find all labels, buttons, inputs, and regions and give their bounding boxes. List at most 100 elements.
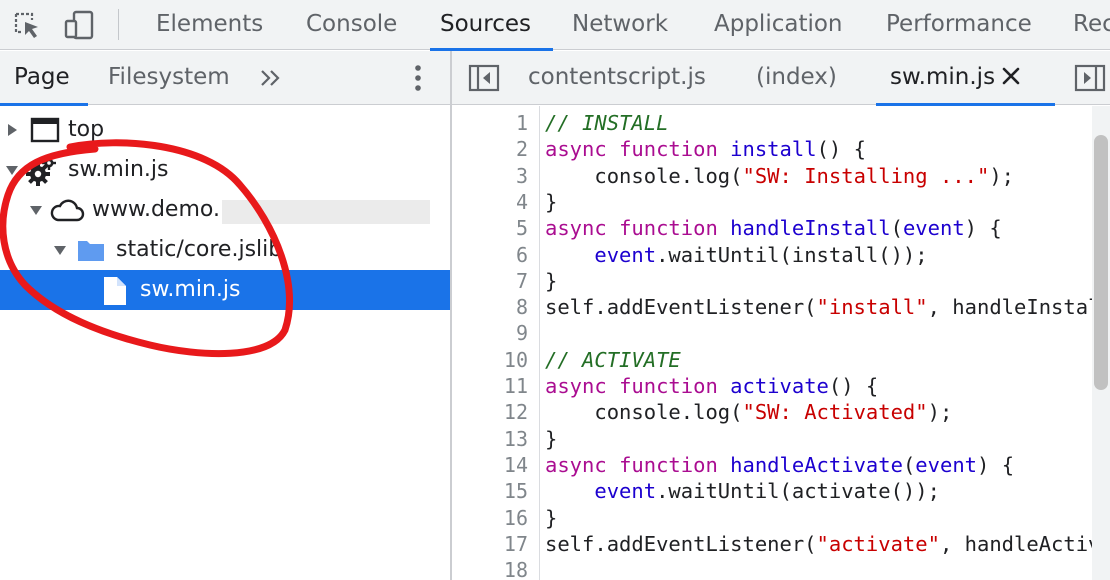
redacted-region — [222, 200, 430, 224]
line-number[interactable]: 17 — [452, 531, 528, 557]
line-number[interactable]: 2 — [452, 136, 528, 162]
scrollbar-thumb[interactable] — [1094, 135, 1108, 390]
triangle-down-icon[interactable] — [52, 242, 68, 258]
tab-recorder[interactable]: Rec — [1073, 0, 1110, 50]
line-number[interactable]: 5 — [452, 215, 528, 241]
sources-navigator: Page Filesystem top sw.min.js www.demo. … — [0, 51, 450, 580]
tab-contentscript[interactable]: contentscript.js — [528, 51, 706, 105]
line-number[interactable]: 15 — [452, 478, 528, 504]
code-token: event — [915, 452, 978, 477]
triangle-down-icon[interactable] — [4, 162, 20, 178]
toggle-debugger-icon[interactable] — [1074, 64, 1106, 92]
line-number[interactable]: 7 — [452, 268, 528, 294]
code-token: event — [594, 479, 657, 504]
close-icon[interactable] — [999, 64, 1023, 88]
line-number[interactable]: 8 — [452, 294, 528, 320]
code-token: event — [902, 216, 965, 241]
tab-performance[interactable]: Performance — [886, 0, 1032, 50]
code-token: handleActivate — [730, 452, 903, 477]
line-number[interactable]: 4 — [452, 189, 528, 215]
code-token: function — [619, 137, 718, 162]
tree-item-top[interactable]: top — [0, 110, 450, 150]
code-token: "SW: Activated" — [742, 400, 928, 425]
code-line: self.addEventListener("activate", handle… — [545, 531, 1092, 557]
code-token: ); — [927, 400, 953, 425]
triangle-right-icon[interactable] — [4, 122, 20, 138]
code-token: async — [545, 374, 607, 398]
code-token: async — [545, 137, 607, 162]
tab-sources[interactable]: Sources — [430, 0, 553, 51]
tab-network[interactable]: Network — [572, 0, 668, 50]
code-line: async function install() { — [545, 136, 866, 162]
triangle-down-icon[interactable] — [28, 202, 44, 218]
code-token: install — [730, 137, 817, 162]
tab-index[interactable]: (index) — [756, 51, 837, 105]
code-token: function — [619, 216, 718, 241]
code-token: , handleActivate); — [939, 531, 1092, 556]
tab-application[interactable]: Application — [714, 0, 843, 50]
code-token: activate — [730, 374, 829, 398]
tree-item-label: www.demo. — [92, 197, 220, 222]
kebab-menu-icon[interactable] — [406, 63, 430, 93]
line-number[interactable]: 13 — [452, 426, 528, 452]
code-line: } — [545, 505, 557, 531]
code-token: self.addEventListener( — [545, 295, 817, 320]
navigator-tabs: Page Filesystem — [0, 51, 450, 106]
line-number[interactable]: 14 — [452, 452, 528, 478]
code-token: .waitUntil(install()); — [656, 242, 928, 267]
line-number[interactable]: 9 — [452, 320, 528, 346]
line-number[interactable]: 10 — [452, 347, 528, 373]
tab-filesystem[interactable]: Filesystem — [108, 51, 230, 105]
tree-item-service-worker[interactable]: sw.min.js — [0, 150, 450, 190]
tab-page[interactable]: Page — [0, 51, 88, 106]
code-line: async function handleActivate(event) { — [545, 452, 1014, 478]
code-token: handleInstall — [730, 216, 891, 241]
code-token: .waitUntil(activate()); — [656, 479, 940, 504]
line-number[interactable]: 16 — [452, 505, 528, 531]
tab-elements[interactable]: Elements — [156, 0, 263, 50]
code-token: ) { — [964, 216, 1002, 241]
tree-item-folder[interactable]: static/core.jslib — [0, 230, 450, 270]
code-line: event.waitUntil(install()); — [545, 242, 928, 268]
tree-item-file-selected[interactable]: sw.min.js — [0, 270, 450, 310]
line-number[interactable]: 3 — [452, 163, 528, 189]
line-number[interactable]: 18 — [452, 557, 528, 580]
code-token: console.log( — [545, 163, 743, 188]
tab-sw-min-js[interactable]: sw.min.js — [875, 51, 1056, 106]
line-number-gutter: 1 2 3 4 5 6 7 8 9 10 11 12 13 14 15 16 17 18 — [452, 106, 540, 580]
code-token: event — [594, 242, 657, 267]
code-token: , handleInstall); — [927, 295, 1092, 320]
tree-item-label: static/core.jslib — [116, 237, 283, 262]
code-editor[interactable]: 1 2 3 4 5 6 7 8 9 10 11 12 13 14 15 16 17 18 // INSTALL as… — [452, 106, 1092, 580]
code-line: // INSTALL — [545, 110, 668, 136]
code-token: } — [545, 426, 558, 451]
inspect-element-icon[interactable] — [12, 10, 42, 40]
tree-item-label: sw.min.js — [140, 277, 241, 302]
line-number[interactable]: 12 — [452, 399, 528, 425]
cloud-icon — [48, 196, 86, 224]
code-token: "install" — [816, 295, 928, 320]
device-toggle-icon[interactable] — [64, 10, 94, 40]
code-line: self.addEventListener("install", handleI… — [545, 294, 1092, 320]
code-token: // ACTIVATE — [545, 347, 681, 372]
code-line: } — [545, 189, 557, 215]
code-token: async — [545, 452, 607, 477]
double-chevron-right-icon[interactable] — [258, 64, 284, 92]
line-number[interactable]: 11 — [452, 373, 528, 399]
code-line: event.waitUntil(activate()); — [545, 478, 940, 504]
window-icon — [30, 116, 60, 144]
code-token: function — [619, 374, 718, 398]
line-number[interactable]: 1 — [452, 110, 528, 136]
editor-tabs: contentscript.js (index) sw.min.js — [452, 51, 1110, 106]
tab-console[interactable]: Console — [306, 0, 397, 50]
line-number[interactable]: 6 — [452, 242, 528, 268]
toggle-navigator-icon[interactable] — [468, 64, 500, 92]
